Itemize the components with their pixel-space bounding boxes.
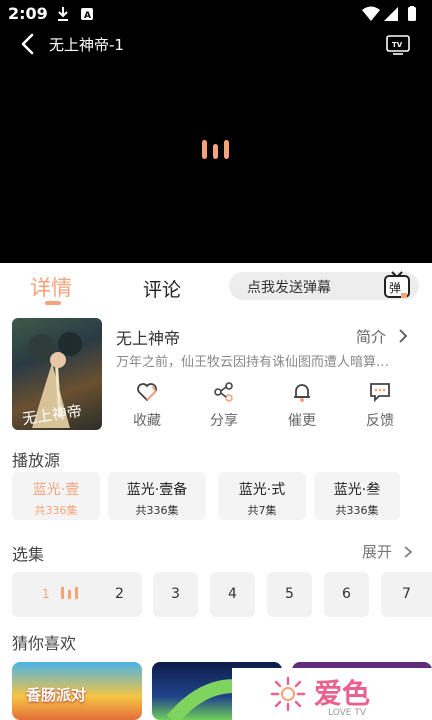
episode-item[interactable]: 6 (324, 572, 369, 617)
loading-indicator-icon (202, 140, 229, 159)
source-section-title: 播放源 (12, 451, 61, 470)
source-name: 蓝光·式 (238, 482, 286, 498)
source-option[interactable]: 蓝光·壹备 共336集 (108, 472, 206, 520)
chevron-right-icon (404, 546, 413, 558)
tab-comment[interactable]: 评论 (143, 275, 181, 302)
heart-icon (137, 383, 157, 402)
show-poster[interactable]: 无上神帝 (12, 318, 102, 430)
feedback-button[interactable]: 反馈 (352, 382, 408, 430)
recommend-card-title: 香肠派对 (26, 686, 87, 704)
danmaku-button[interactable]: 弹 (383, 271, 413, 305)
episode-number: 1 (41, 587, 50, 601)
watermark-brand: 爱色 (314, 677, 371, 710)
status-bar: 2:09 A (0, 0, 432, 28)
tv-cast-icon[interactable]: TV (386, 35, 410, 55)
source-count: 共336集 (135, 504, 179, 517)
episode-item[interactable]: 2 (97, 572, 142, 617)
episode-item[interactable]: 4 (210, 572, 255, 617)
feedback-label: 反馈 (366, 413, 394, 429)
source-name: 蓝光·叁 (333, 482, 381, 498)
svg-text:A: A (84, 11, 91, 21)
share-label: 分享 (210, 413, 238, 429)
watermark-sub: LOVE TV (328, 708, 366, 718)
feedback-icon (370, 383, 390, 403)
episode-number: 7 (402, 586, 411, 602)
danmaku-button-label: 弹 (389, 281, 402, 295)
episode-item[interactable]: 7 (381, 572, 432, 617)
watermark: 爱色 LOVE TV (232, 668, 432, 720)
episode-number: 3 (171, 586, 180, 602)
episode-number: 2 (115, 586, 124, 602)
wifi-signal-battery-icon (362, 6, 416, 21)
chevron-right-icon (399, 329, 408, 343)
status-time: 2:09 (8, 4, 48, 23)
video-title: 无上神帝-1 (49, 36, 124, 54)
source-name: 蓝光·壹备 (126, 482, 188, 498)
recommend-card[interactable]: 香肠派对 (12, 662, 142, 720)
share-button[interactable]: 分享 (196, 382, 252, 430)
show-title: 无上神帝 (116, 329, 181, 348)
source-option[interactable]: 蓝光·壹 共336集 (12, 472, 100, 520)
episode-number: 5 (285, 586, 294, 602)
danmaku-placeholder: 点我发送弹幕 (247, 280, 331, 296)
tab-detail[interactable]: 详情 (30, 272, 72, 302)
back-arrow-icon[interactable] (18, 32, 38, 56)
favorite-button[interactable]: 收藏 (119, 382, 175, 430)
remind-update-button[interactable]: 催更 (274, 382, 330, 430)
expand-label: 展开 (362, 543, 393, 561)
download-notification-icon: A (58, 7, 93, 21)
recommend-section-title: 猜你喜欢 (12, 634, 77, 653)
watermark-logo-icon (270, 676, 306, 712)
source-option[interactable]: 蓝光·式 共7集 (218, 472, 306, 520)
source-count: 共336集 (335, 504, 379, 517)
source-option[interactable]: 蓝光·叁 共336集 (314, 472, 400, 520)
favorite-label: 收藏 (133, 413, 161, 429)
remind-update-label: 催更 (288, 413, 316, 429)
active-tab-indicator (45, 301, 61, 305)
bell-icon (294, 384, 310, 402)
episode-section-title: 选集 (12, 545, 45, 564)
source-count: 共336集 (34, 504, 78, 517)
expand-button[interactable]: 展开 (362, 541, 413, 562)
episode-item[interactable]: 3 (153, 572, 198, 617)
source-name: 蓝光·壹 (32, 482, 80, 498)
svg-text:TV: TV (392, 41, 403, 49)
show-description: 万年之前，仙王牧云因持有诛仙图而遭人暗算… (116, 355, 390, 370)
playing-indicator-icon (61, 587, 79, 599)
intro-link[interactable]: 简介 (356, 326, 409, 347)
intro-label: 简介 (356, 328, 387, 346)
danmaku-input[interactable]: 点我发送弹幕 弹 (229, 271, 419, 300)
source-count: 共7集 (247, 504, 277, 517)
episode-number: 4 (228, 586, 237, 602)
episode-item[interactable]: 5 (267, 572, 312, 617)
episode-number: 6 (342, 586, 351, 602)
share-icon (214, 382, 233, 402)
